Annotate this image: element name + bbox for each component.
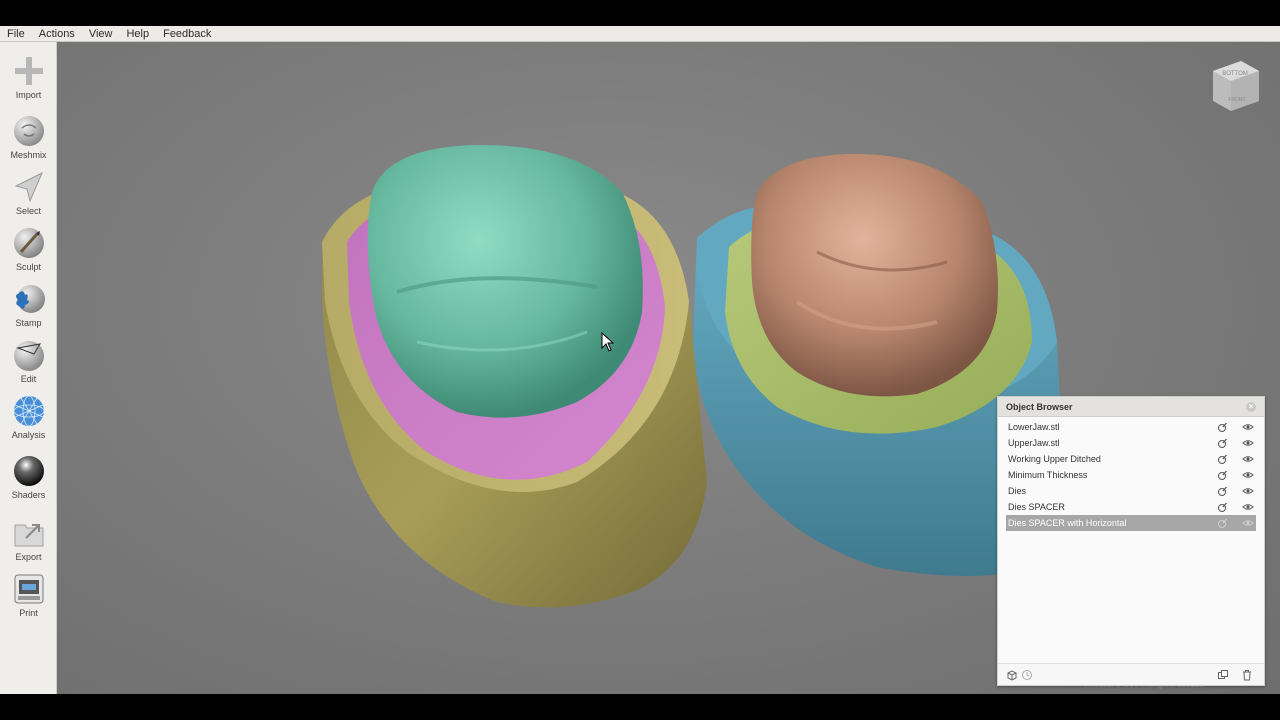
menu-help[interactable]: Help (119, 26, 156, 42)
plus-icon (14, 57, 43, 85)
letterbox-top (0, 0, 1280, 26)
object-name: Dies SPACER with Horizontal (1008, 518, 1127, 528)
select-button[interactable]: Select (0, 170, 57, 216)
menu-bar: File Actions View Help Feedback (0, 26, 1280, 42)
shader-ball-icon (13, 456, 44, 486)
close-icon[interactable]: × (1246, 401, 1256, 412)
object-list-item[interactable]: UpperJaw.stl (1006, 435, 1256, 451)
object-list-item[interactable]: Working Upper Ditched (1006, 451, 1256, 467)
object-name: Minimum Thickness (1008, 470, 1088, 480)
menu-feedback[interactable]: Feedback (156, 26, 218, 42)
pick-object-icon[interactable] (1216, 437, 1228, 449)
object-name: Working Upper Ditched (1008, 454, 1101, 464)
sculpt-button[interactable]: Sculpt (0, 226, 57, 272)
meshmix-sphere-icon (13, 116, 44, 146)
cube-icon[interactable] (1006, 669, 1018, 681)
object-name: UpperJaw.stl (1008, 438, 1060, 448)
visibility-eye-icon[interactable] (1242, 517, 1254, 529)
pick-object-icon[interactable] (1216, 517, 1228, 529)
object-browser-footer (998, 663, 1264, 685)
analysis-globe-icon (13, 395, 44, 427)
history-icon[interactable] (1021, 669, 1033, 681)
object-list-item[interactable]: Dies (1006, 483, 1256, 499)
object-browser-title: Object Browser (1006, 401, 1073, 412)
select-arrow-icon (14, 171, 43, 203)
pick-object-icon[interactable] (1216, 485, 1228, 497)
object-list: LowerJaw.stl UpperJaw.stl Working Upper Di… (998, 417, 1264, 531)
pick-object-icon[interactable] (1216, 469, 1228, 481)
object-list-item[interactable]: LowerJaw.stl (1006, 419, 1256, 435)
export-folder-icon (14, 524, 43, 547)
stamp-icon (15, 285, 45, 313)
edit-label: Edit (20, 374, 37, 384)
select-label: Select (15, 206, 41, 216)
duplicate-icon[interactable] (1217, 669, 1229, 681)
analysis-label: Analysis (11, 430, 46, 440)
pick-object-icon[interactable] (1216, 501, 1228, 513)
import-button[interactable]: Import (0, 54, 57, 100)
export-button[interactable]: Export (0, 516, 57, 562)
object-list-item[interactable]: Minimum Thickness (1006, 467, 1256, 483)
object-browser-panel: Object Browser × LowerJaw.stl UpperJaw.st… (997, 396, 1265, 686)
sculpt-brush-icon (13, 228, 44, 258)
view-cube[interactable]: BOTTOM FRONT (1207, 57, 1263, 113)
letterbox-bottom (0, 694, 1280, 720)
export-label: Export (15, 552, 42, 562)
mouse-cursor-icon (601, 332, 615, 352)
object-name: Dies (1008, 486, 1027, 496)
import-label: Import (15, 90, 42, 100)
trash-icon[interactable] (1241, 669, 1253, 681)
printer-icon (14, 574, 43, 604)
print-label: Print (19, 608, 38, 618)
visibility-eye-icon[interactable] (1242, 437, 1254, 449)
object-name: Dies SPACER (1008, 502, 1065, 512)
edit-sphere-icon (13, 341, 44, 371)
visibility-eye-icon[interactable] (1242, 469, 1254, 481)
menu-view[interactable]: View (82, 26, 120, 42)
object-browser-header: Object Browser × (998, 397, 1264, 417)
sculpt-label: Sculpt (15, 262, 41, 272)
menu-file[interactable]: File (0, 26, 32, 42)
visibility-eye-icon[interactable] (1242, 453, 1254, 465)
analysis-button[interactable]: Analysis (0, 394, 57, 440)
left-die-model (322, 144, 707, 608)
object-list-item[interactable]: Dies SPACER (1006, 499, 1256, 515)
view-cube-top-label: BOTTOM (1222, 71, 1248, 77)
menu-actions[interactable]: Actions (32, 26, 82, 42)
print-button[interactable]: Print (0, 572, 57, 618)
visibility-eye-icon[interactable] (1242, 421, 1254, 433)
meshmix-label: Meshmix (10, 150, 47, 160)
meshmix-button[interactable]: Meshmix (0, 114, 57, 160)
edit-button[interactable]: Edit (0, 338, 57, 384)
shaders-label: Shaders (11, 490, 46, 500)
visibility-eye-icon[interactable] (1242, 485, 1254, 497)
shaders-button[interactable]: Shaders (0, 454, 57, 500)
object-name: LowerJaw.stl (1008, 422, 1060, 432)
pick-object-icon[interactable] (1216, 453, 1228, 465)
pick-object-icon[interactable] (1216, 421, 1228, 433)
view-cube-side-label: FRONT (1228, 97, 1245, 103)
tool-sidebar: Import Meshmix Select Sculpt Stamp Edit … (0, 42, 57, 694)
stamp-label: Stamp (15, 318, 42, 328)
stamp-button[interactable]: Stamp (0, 282, 57, 328)
object-list-item[interactable]: Dies SPACER with Horizontal (1006, 515, 1256, 531)
visibility-eye-icon[interactable] (1242, 501, 1254, 513)
